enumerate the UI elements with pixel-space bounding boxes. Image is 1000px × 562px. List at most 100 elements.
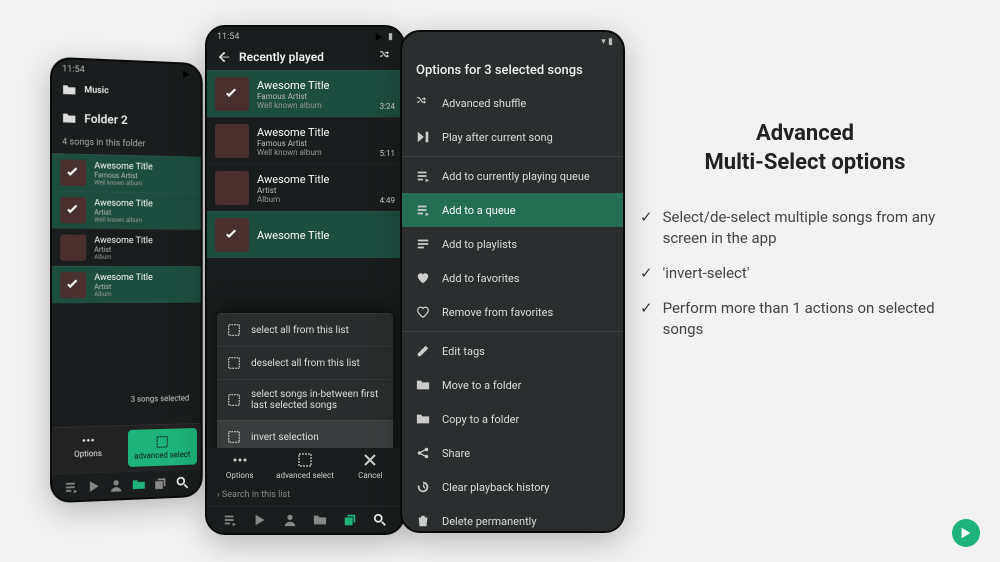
select-menu-item[interactable]: deselect all from this list [217, 346, 393, 379]
song-thumb [60, 197, 86, 224]
options-button[interactable]: Options [207, 452, 272, 480]
song-thumb [215, 124, 249, 158]
song-row[interactable]: Awesome Title Artist Album [52, 266, 201, 304]
folder-chip[interactable]: Folder 2 [52, 102, 201, 137]
song-thumb [215, 77, 249, 111]
song-album: Well known album [257, 101, 372, 110]
folder-outline-icon [62, 111, 76, 126]
song-row[interactable]: Awesome Title Famous Artist Well known a… [207, 70, 403, 117]
check-icon [65, 202, 81, 218]
song-duration: 4:49 [380, 196, 395, 205]
status-bar: 11:54 ▮ [207, 27, 403, 44]
advanced-select-menu: select all from this list deselect all f… [217, 313, 393, 453]
song-thumb [215, 218, 249, 252]
heart-outline-icon [416, 305, 430, 319]
skip-next-icon [416, 130, 430, 144]
song-album: Album [257, 195, 372, 204]
options-button[interactable]: Options [52, 426, 124, 474]
select-menu-item[interactable]: select all from this list [217, 313, 393, 346]
nav-library-icon[interactable] [343, 513, 357, 527]
select-icon [227, 323, 241, 337]
option-playlist-add[interactable]: Add to currently playing queue [402, 159, 623, 193]
app-bar: Recently played [207, 44, 403, 70]
advanced-select-button[interactable]: advanced select [272, 452, 337, 480]
option-history[interactable]: Clear playback history [402, 470, 623, 504]
nav-person-icon[interactable] [283, 513, 297, 527]
advanced-select-button[interactable]: advanced select [128, 428, 197, 467]
nav-folder-icon[interactable] [132, 477, 146, 492]
song-title: Awesome Title [257, 229, 395, 242]
option-skip-next[interactable]: Play after current song [402, 120, 623, 154]
option-share[interactable]: Share [402, 436, 623, 470]
phone-left: 11:54 Music Folder 2 4 songs in this fol… [50, 57, 203, 504]
song-title: Awesome Title [257, 126, 372, 139]
option-edit[interactable]: Edit tags [402, 334, 623, 368]
song-album: Album [94, 290, 193, 297]
song-artist: Famous Artist [257, 92, 372, 101]
edit-icon [416, 344, 430, 358]
promo-item: ✓'invert-select' [640, 263, 970, 284]
status-time: 11:54 [217, 32, 239, 42]
nav-bar [52, 468, 201, 501]
app-title: Music [84, 85, 108, 96]
select-icon [227, 393, 241, 407]
song-thumb [60, 159, 86, 186]
option-shuffle[interactable]: Advanced shuffle [402, 86, 623, 120]
check-icon [65, 277, 81, 293]
song-row[interactable]: Awesome Title Artist Album 4:49 [207, 164, 403, 211]
nav-play-icon[interactable] [87, 479, 101, 494]
nav-queue-icon[interactable] [223, 513, 237, 527]
select-menu-item[interactable]: select songs in-between first last selec… [217, 379, 393, 420]
nav-bar [207, 506, 403, 533]
option-heart[interactable]: Add to favorites [402, 261, 623, 295]
nav-folder-icon[interactable] [313, 513, 327, 527]
song-album: Well known album [94, 216, 193, 224]
promo-item: ✓Perform more than 1 actions on selected… [640, 298, 970, 340]
song-album: Well known album [257, 148, 372, 157]
promo-title: AdvancedMulti-Select options [640, 120, 970, 177]
check-icon [224, 227, 240, 243]
status-bar: ▾ ▮ [402, 32, 623, 49]
nav-search-icon[interactable] [176, 476, 189, 490]
nav-person-icon[interactable] [109, 478, 123, 493]
option-heart-outline[interactable]: Remove from favorites [402, 295, 623, 329]
option-folder-move[interactable]: Move to a folder [402, 368, 623, 402]
song-duration: 5:11 [380, 149, 395, 158]
nav-search-icon[interactable] [373, 513, 387, 527]
header-title: Recently played [239, 50, 371, 64]
history-icon [416, 480, 430, 494]
nav-play-icon[interactable] [253, 513, 267, 527]
app-logo [952, 519, 980, 547]
option-folder-copy[interactable]: Copy to a folder [402, 402, 623, 436]
song-album: Well known album [94, 179, 193, 188]
cancel-button[interactable]: Cancel [338, 452, 403, 480]
song-title: Awesome Title [94, 235, 193, 246]
song-row[interactable]: Awesome Title [207, 211, 403, 258]
shuffle-icon[interactable] [379, 50, 393, 64]
song-row[interactable]: Awesome Title Artist Album [52, 228, 201, 266]
nav-library-icon[interactable] [154, 476, 168, 490]
song-row[interactable]: Awesome Title Famous Artist Well known a… [52, 153, 201, 193]
phone-center: 11:54 ▮ Recently played Awesome Title Fa… [205, 25, 405, 535]
song-duration: 3:24 [380, 102, 395, 111]
option-trash[interactable]: Delete permanently [402, 504, 623, 533]
options-header: Options for 3 selected songs [402, 49, 623, 86]
playlist-add-icon [416, 169, 430, 183]
folder-copy-icon [416, 412, 430, 426]
option-queue[interactable]: Add to a queue [402, 193, 623, 227]
status-time: 11:54 [62, 64, 85, 75]
song-artist: Famous Artist [257, 139, 372, 148]
heart-icon [416, 271, 430, 285]
song-title: Awesome Title [94, 198, 193, 209]
select-icon [227, 356, 241, 370]
check-icon [224, 86, 240, 102]
song-thumb [60, 234, 86, 260]
nav-queue-icon[interactable] [64, 480, 78, 495]
back-icon[interactable] [217, 50, 231, 64]
option-playlist[interactable]: Add to playlists [402, 227, 623, 261]
song-row[interactable]: Awesome Title Artist Well known album [52, 191, 201, 230]
promo-item: ✓Select/de-select multiple songs from an… [640, 207, 970, 249]
share-icon [416, 446, 430, 460]
check-icon [65, 165, 81, 182]
song-row[interactable]: Awesome Title Famous Artist Well known a… [207, 117, 403, 164]
